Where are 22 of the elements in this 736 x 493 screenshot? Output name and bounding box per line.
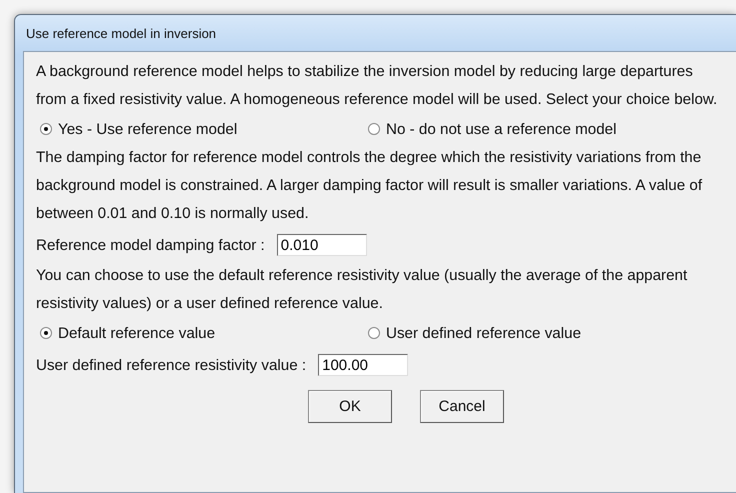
input-field[interactable]: 0.010 <box>276 234 367 256</box>
dialog-button[interactable]: Cancel <box>420 390 504 423</box>
radio-option[interactable]: Yes - Use reference model <box>40 120 368 138</box>
radio-label: Default reference value <box>58 324 216 342</box>
field-label: User defined reference resistivity value : <box>36 356 306 374</box>
radio-label: No - do not use a reference model <box>386 120 616 138</box>
input-field[interactable]: 100.00 <box>318 354 408 376</box>
dialog-button[interactable]: OK <box>308 390 392 423</box>
radio-icon[interactable] <box>368 327 380 339</box>
radio-option[interactable]: Default reference value <box>40 324 368 342</box>
description-text: The damping factor for reference model controls the degree which the resistivity variations from the background model is constrained. A larger damping factor will result is smaller variations. A value of between 0.01 and 0.10 is normally used. <box>36 148 704 224</box>
radio-option[interactable]: No - do not use a reference model <box>368 120 736 138</box>
description-text: A background reference model helps to stabilize the inversion model by reducing large departures from a fixed resistivity value. A homogeneous reference model will be used. Select your choice below. <box>36 62 718 110</box>
description-text: You can choose to use the default reference resistivity value (usually the average of the apparent resistivity values) or a user defined reference value. <box>36 266 688 314</box>
field-label: Reference model damping factor : <box>36 236 265 254</box>
radio-icon[interactable] <box>40 123 52 135</box>
radio-icon[interactable] <box>368 123 380 135</box>
radio-icon[interactable] <box>40 327 52 339</box>
radio-label: User defined reference value <box>386 324 582 342</box>
radio-option[interactable]: User defined reference value <box>368 324 736 342</box>
window-title: Use reference model in inversion <box>25 24 218 42</box>
radio-label: Yes - Use reference model <box>58 120 238 138</box>
